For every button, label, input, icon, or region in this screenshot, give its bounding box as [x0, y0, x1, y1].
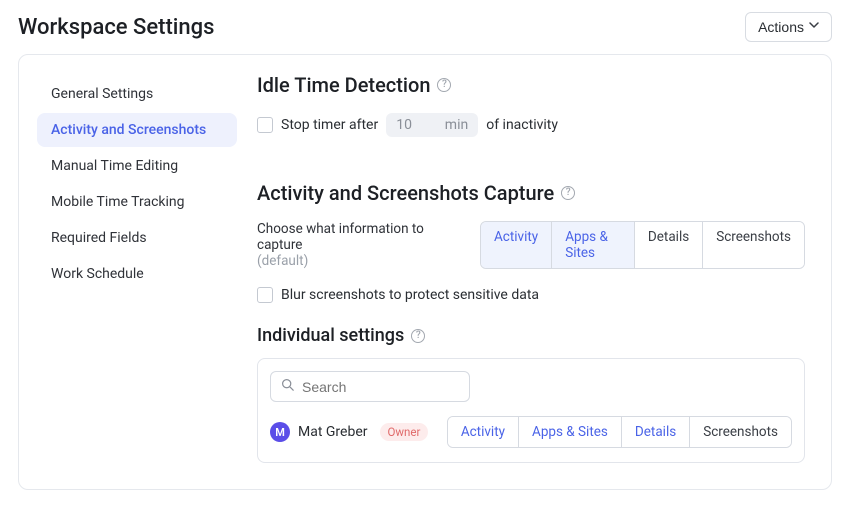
stop-timer-checkbox[interactable]: [257, 117, 273, 133]
page-header: Workspace Settings Actions: [18, 12, 832, 42]
idle-row: Stop timer after 10 min of inactivity: [257, 113, 805, 137]
search-input[interactable]: [302, 379, 459, 395]
sidebar-item-label: Manual Time Editing: [51, 158, 178, 174]
idle-minutes-unit: min: [445, 117, 468, 133]
blur-checkbox[interactable]: [257, 287, 273, 303]
user-left: M Mat Greber Owner: [270, 422, 428, 442]
idle-heading-text: Idle Time Detection: [257, 73, 430, 97]
sidebar-item-label: Work Schedule: [51, 266, 144, 282]
sidebar-item-manual-time[interactable]: Manual Time Editing: [37, 149, 237, 183]
capture-desc-line1: Choose what information to capture: [257, 221, 460, 253]
idle-suffix-text: of inactivity: [486, 117, 558, 133]
actions-button-label: Actions: [758, 19, 804, 35]
capture-segment-default: Activity Apps & Sites Details Screenshot…: [480, 221, 805, 269]
sidebar-item-label: General Settings: [51, 86, 153, 102]
sidebar-item-work-schedule[interactable]: Work Schedule: [37, 257, 237, 291]
capture-option-screenshots[interactable]: Screenshots: [703, 222, 804, 268]
sidebar-item-general[interactable]: General Settings: [37, 77, 237, 111]
chevron-down-icon: [809, 22, 819, 32]
blur-label: Blur screenshots to protect sensitive da…: [281, 287, 539, 303]
capture-option-apps-sites[interactable]: Apps & Sites: [552, 222, 635, 268]
user-option-apps-sites[interactable]: Apps & Sites: [519, 417, 622, 447]
user-option-activity[interactable]: Activity: [448, 417, 519, 447]
idle-minutes-input[interactable]: 10 min: [386, 113, 478, 137]
individual-heading: Individual settings ?: [257, 325, 805, 346]
sidebar-item-mobile-tracking[interactable]: Mobile Time Tracking: [37, 185, 237, 219]
capture-option-activity[interactable]: Activity: [481, 222, 552, 268]
capture-option-details[interactable]: Details: [635, 222, 703, 268]
idle-minutes-value: 10: [396, 117, 412, 133]
sidebar-item-label: Required Fields: [51, 230, 147, 246]
actions-button[interactable]: Actions: [745, 12, 832, 42]
sidebar-item-required-fields[interactable]: Required Fields: [37, 221, 237, 255]
help-icon[interactable]: ?: [411, 329, 425, 343]
capture-desc-line2: (default): [257, 253, 460, 269]
user-option-details[interactable]: Details: [622, 417, 690, 447]
capture-description: Choose what information to capture (defa…: [257, 221, 460, 269]
capture-default-row: Choose what information to capture (defa…: [257, 221, 805, 269]
idle-section-title: Idle Time Detection ?: [257, 73, 805, 97]
search-icon: [281, 378, 294, 395]
blur-row: Blur screenshots to protect sensitive da…: [257, 287, 805, 303]
individual-panel: M Mat Greber Owner Activity Apps & Sites…: [257, 358, 805, 463]
user-option-screenshots[interactable]: Screenshots: [690, 417, 791, 447]
settings-card: General Settings Activity and Screenshot…: [18, 54, 832, 490]
main-content: Idle Time Detection ? Stop timer after 1…: [257, 73, 805, 463]
settings-sidebar: General Settings Activity and Screenshot…: [37, 73, 237, 463]
search-input-wrapper[interactable]: [270, 371, 470, 402]
individual-heading-text: Individual settings: [257, 325, 404, 346]
role-badge: Owner: [380, 423, 429, 441]
stop-timer-label: Stop timer after: [281, 117, 378, 133]
help-icon[interactable]: ?: [561, 186, 575, 200]
capture-heading-text: Activity and Screenshots Capture: [257, 181, 554, 205]
sidebar-item-activity-screenshots[interactable]: Activity and Screenshots: [37, 113, 237, 147]
sidebar-item-label: Mobile Time Tracking: [51, 194, 185, 210]
capture-section-title: Activity and Screenshots Capture ?: [257, 181, 805, 205]
user-name: Mat Greber: [298, 424, 368, 440]
page-title: Workspace Settings: [18, 15, 214, 40]
avatar: M: [270, 422, 290, 442]
sidebar-item-label: Activity and Screenshots: [51, 122, 206, 138]
help-icon[interactable]: ?: [437, 78, 451, 92]
capture-segment-user: Activity Apps & Sites Details Screenshot…: [447, 416, 792, 448]
user-row: M Mat Greber Owner Activity Apps & Sites…: [270, 416, 792, 448]
